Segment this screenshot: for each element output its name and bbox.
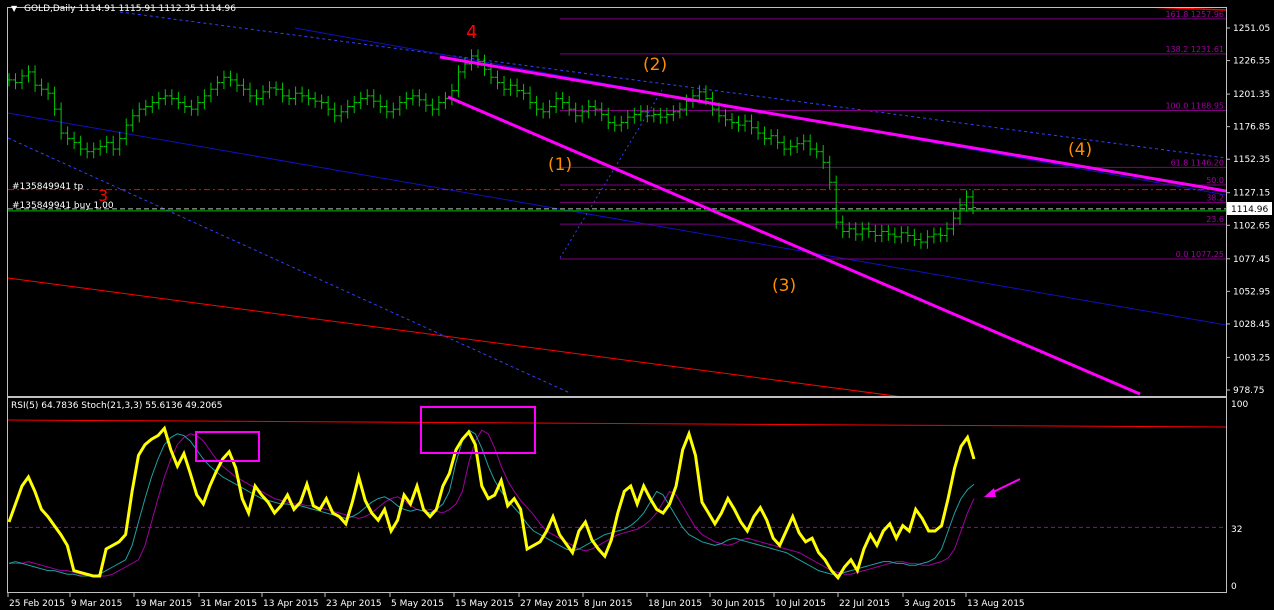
time-axis-label: 15 May 2015 [455,599,514,609]
arrow-icon [984,488,996,497]
time-axis-label: 10 Jul 2015 [775,599,826,609]
fib-level-label: 61.8 1146.20 [1171,158,1224,167]
time-axis-label: 22 Jul 2015 [839,599,890,609]
time-axis-label: 31 Mar 2015 [200,599,257,609]
wave-label-4: (4) [1068,140,1092,160]
price-axis-label: 1028.45 [1233,320,1270,330]
fib-level-label: 138.2 1231.61 [1165,45,1224,54]
red-line-top [1152,8,1226,11]
time-axis-label: 19 Mar 2015 [135,599,192,609]
time-axis-label: 25 Feb 2015 [9,599,65,609]
channel-lines[interactable] [439,55,1226,396]
blue-dashed-line-upper [119,11,1226,159]
price-axis-label: 1077.45 [1233,255,1270,265]
price-panel-drawings [8,8,1226,396]
fib-level-label: 161.8 1257.96 [1165,10,1224,19]
wave-label-4-red: 4 [466,22,477,43]
price-axis-label: 1127.15 [1233,189,1270,199]
wave-label-3: (3) [772,276,796,296]
indicator-panel-frame [7,397,1227,593]
time-axis-label: 18 Jun 2015 [648,599,702,609]
blue-dashed-line-lower [8,137,571,394]
indicator-red-line [8,419,1226,428]
price-axis-label: 1251.05 [1233,24,1270,34]
indicator-header: RSI(5) 64.7836 Stoch(21,3,3) 55.6136 49.… [11,401,223,411]
fib-level-label: 38.2 [1206,193,1224,202]
order-tp-label: #135849941 tp [12,182,83,192]
price-axis-label: 1102.65 [1233,221,1270,231]
indicator-series [8,425,976,581]
wave-label-3-red: 3 [98,186,108,205]
price-axis-label: 1003.25 [1233,353,1270,363]
fib-level-label: 0.0 1077.25 [1176,250,1224,259]
highlight-box-march [195,431,260,462]
time-axis-label: 13 Aug 2015 [967,599,1025,609]
price-axis-label: 1176.85 [1233,123,1270,133]
gold-daily-chart[interactable]: 161.8 1257.96 138.2 1231.61 100.0 1188.95 6… [0,0,1274,610]
order-lines[interactable] [8,189,1226,212]
time-axis[interactable]: 25 Feb 2015 9 Mar 2015 19 Mar 2015 31 Mar 2… [7,593,1025,609]
symbol-header: GOLD,Daily 1114.91 1115.91 1112.35 1114.… [24,4,236,14]
wave-label-2: (2) [643,55,667,75]
menu-triangle-icon[interactable]: ▼ [11,4,18,13]
current-price-label: 1114.96 [1231,205,1268,215]
rsi-line [8,425,976,581]
indicator-axis-100: 100 [1231,400,1248,410]
price-axis-label: 1201.35 [1233,90,1270,100]
time-axis-label: 9 Mar 2015 [71,599,122,609]
fib-level-label: 23.6 [1206,215,1224,224]
time-axis-label: 3 Aug 2015 [904,599,956,609]
indicator-axis-32: 32 [1231,525,1242,535]
indicator-drawings[interactable] [195,406,1021,497]
price-bars [8,49,976,249]
price-axis-label: 1226.55 [1233,57,1270,67]
time-axis-label: 27 May 2015 [520,599,579,609]
blue-trendline-lower [8,112,1226,326]
indicator-axis-0: 0 [1231,582,1237,592]
time-axis-label: 5 May 2015 [391,599,444,609]
time-axis-label: 23 Apr 2015 [326,599,382,609]
time-axis-label: 13 Apr 2015 [263,599,319,609]
time-axis-label: 30 Jun 2015 [711,599,765,609]
price-axis-label: 1052.95 [1233,287,1270,297]
time-axis-label: 8 Jun 2015 [584,599,632,609]
fib-level-label: 50.0 [1206,176,1224,185]
price-axis-label: 978.75 [1233,386,1265,396]
red-trendline [8,277,899,396]
magenta-lower-trendline [447,95,1141,396]
fib-level-label: 100.0 1188.95 [1165,102,1224,111]
wave-label-1: (1) [548,155,572,175]
highlight-box-may [420,406,536,454]
price-axis-label: 1152.35 [1233,155,1270,165]
